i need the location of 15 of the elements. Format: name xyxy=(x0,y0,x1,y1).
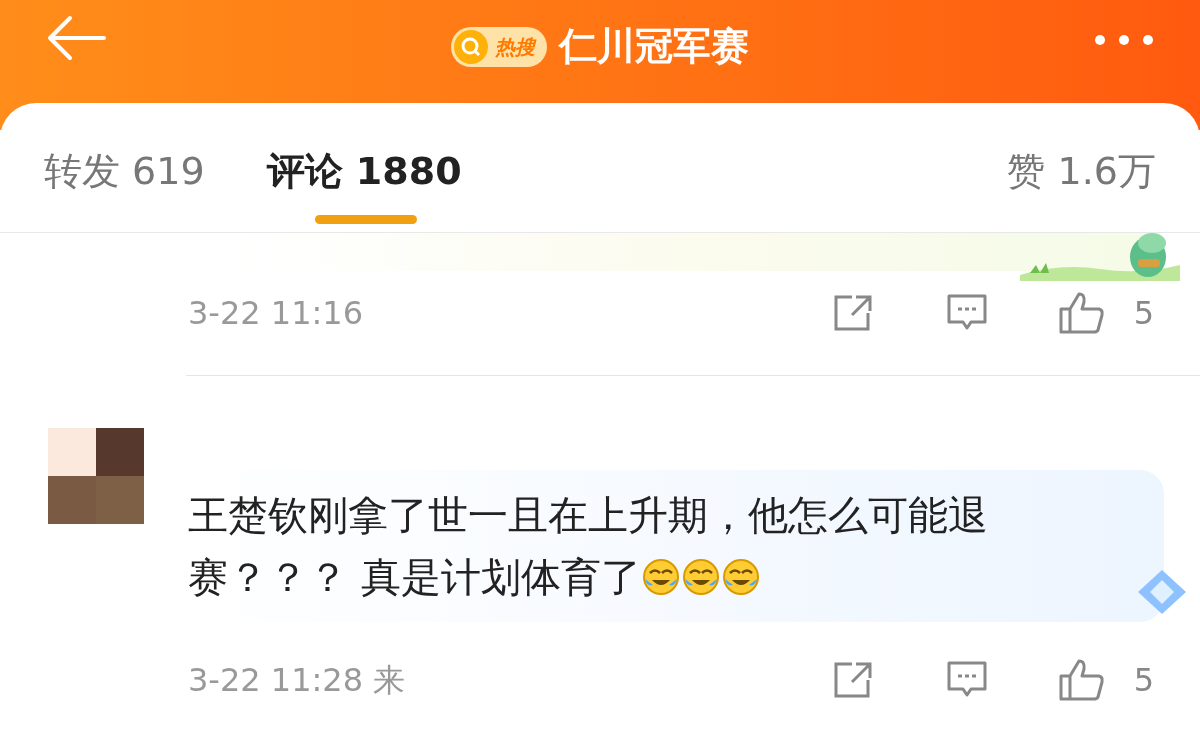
like-count: 5 xyxy=(1133,293,1154,334)
like-icon[interactable] xyxy=(1057,658,1106,702)
laughing-crying-emoji-icon xyxy=(640,557,681,597)
comment-time: 3-22 11:28 来 xyxy=(188,660,406,701)
comment-text: 赛？？？ 真是计划体育了 xyxy=(188,553,641,602)
like-count: 5 xyxy=(1133,660,1154,701)
laughing-crying-emoji-icon xyxy=(680,557,721,597)
likes-count[interactable]: 赞 1.6万 xyxy=(1007,143,1156,200)
comment-text: 王楚钦刚拿了世一且在上升期，他怎么可能退 xyxy=(188,491,988,540)
like-icon[interactable] xyxy=(1057,291,1106,335)
laughing-crying-emoji-icon xyxy=(720,557,761,597)
comment-time: 3-22 11:16 xyxy=(188,293,363,334)
tab[interactable]: 转发 619 xyxy=(44,143,205,200)
topic-title: 仁川冠军赛 xyxy=(559,23,749,70)
tab[interactable]: 评论 1880 xyxy=(266,143,462,200)
